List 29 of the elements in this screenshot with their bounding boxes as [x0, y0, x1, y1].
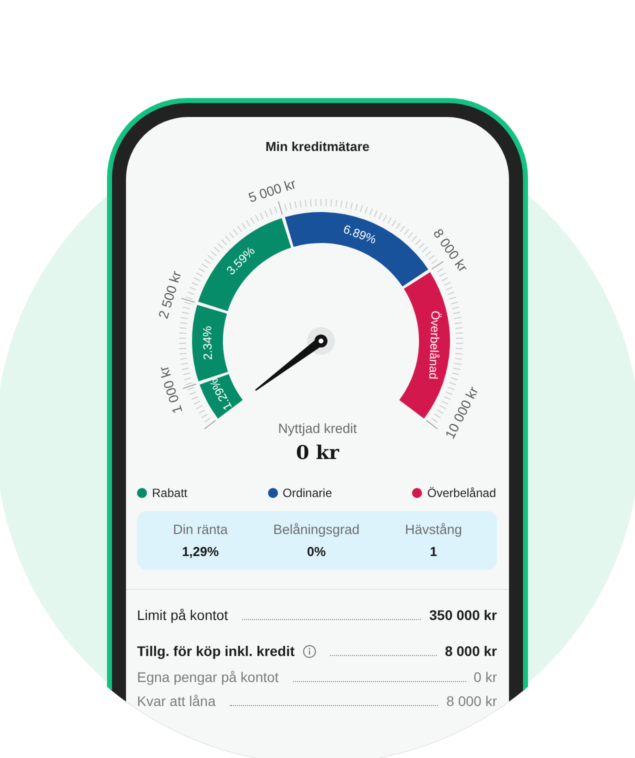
segment-label: Överbelånad: [426, 310, 443, 380]
row-value: 350 000 kr: [429, 607, 497, 623]
row-label: Egna pengar på kontot: [137, 669, 279, 685]
scale-label: 8 000 kr: [430, 226, 471, 275]
row-value: 8 000 kr: [444, 643, 497, 659]
stat-value: 1,29%: [182, 543, 219, 561]
row-value: 8 000 kr: [446, 693, 497, 709]
stat-value: 0%: [306, 543, 326, 561]
screen-title: Min kreditmätare: [265, 139, 370, 155]
row-label: Tillg. för köp inkl. kredit: [137, 643, 295, 659]
legend-label: Ordinarie: [282, 485, 332, 501]
scale-label: 2 500 kr: [156, 269, 184, 320]
legend-label: Överbelånad: [427, 485, 496, 501]
used-credit-value: 0 kr: [296, 441, 339, 465]
row-label: Limit på kontot: [137, 607, 228, 623]
scale-label: 5 000 kr: [246, 176, 298, 206]
stat-value: 1: [430, 543, 438, 561]
row-label: Kvar att låna: [137, 693, 216, 709]
segment-label: 6.89%: [341, 222, 378, 247]
scale-label: 10 000 kr: [442, 384, 482, 442]
info-icon[interactable]: [302, 644, 316, 658]
row-value: 0 kr: [474, 669, 497, 685]
scale-label: 1 000 kr: [156, 364, 186, 416]
stat-label: Belåningsgrad: [273, 521, 360, 539]
stat-label: Hävstång: [404, 521, 462, 539]
stat-label: Din ränta: [173, 521, 228, 539]
segment-label: 2.34%: [200, 326, 215, 360]
gauge-caption: Nyttjad kredit: [278, 421, 357, 437]
legend-label: Rabatt: [152, 485, 188, 501]
